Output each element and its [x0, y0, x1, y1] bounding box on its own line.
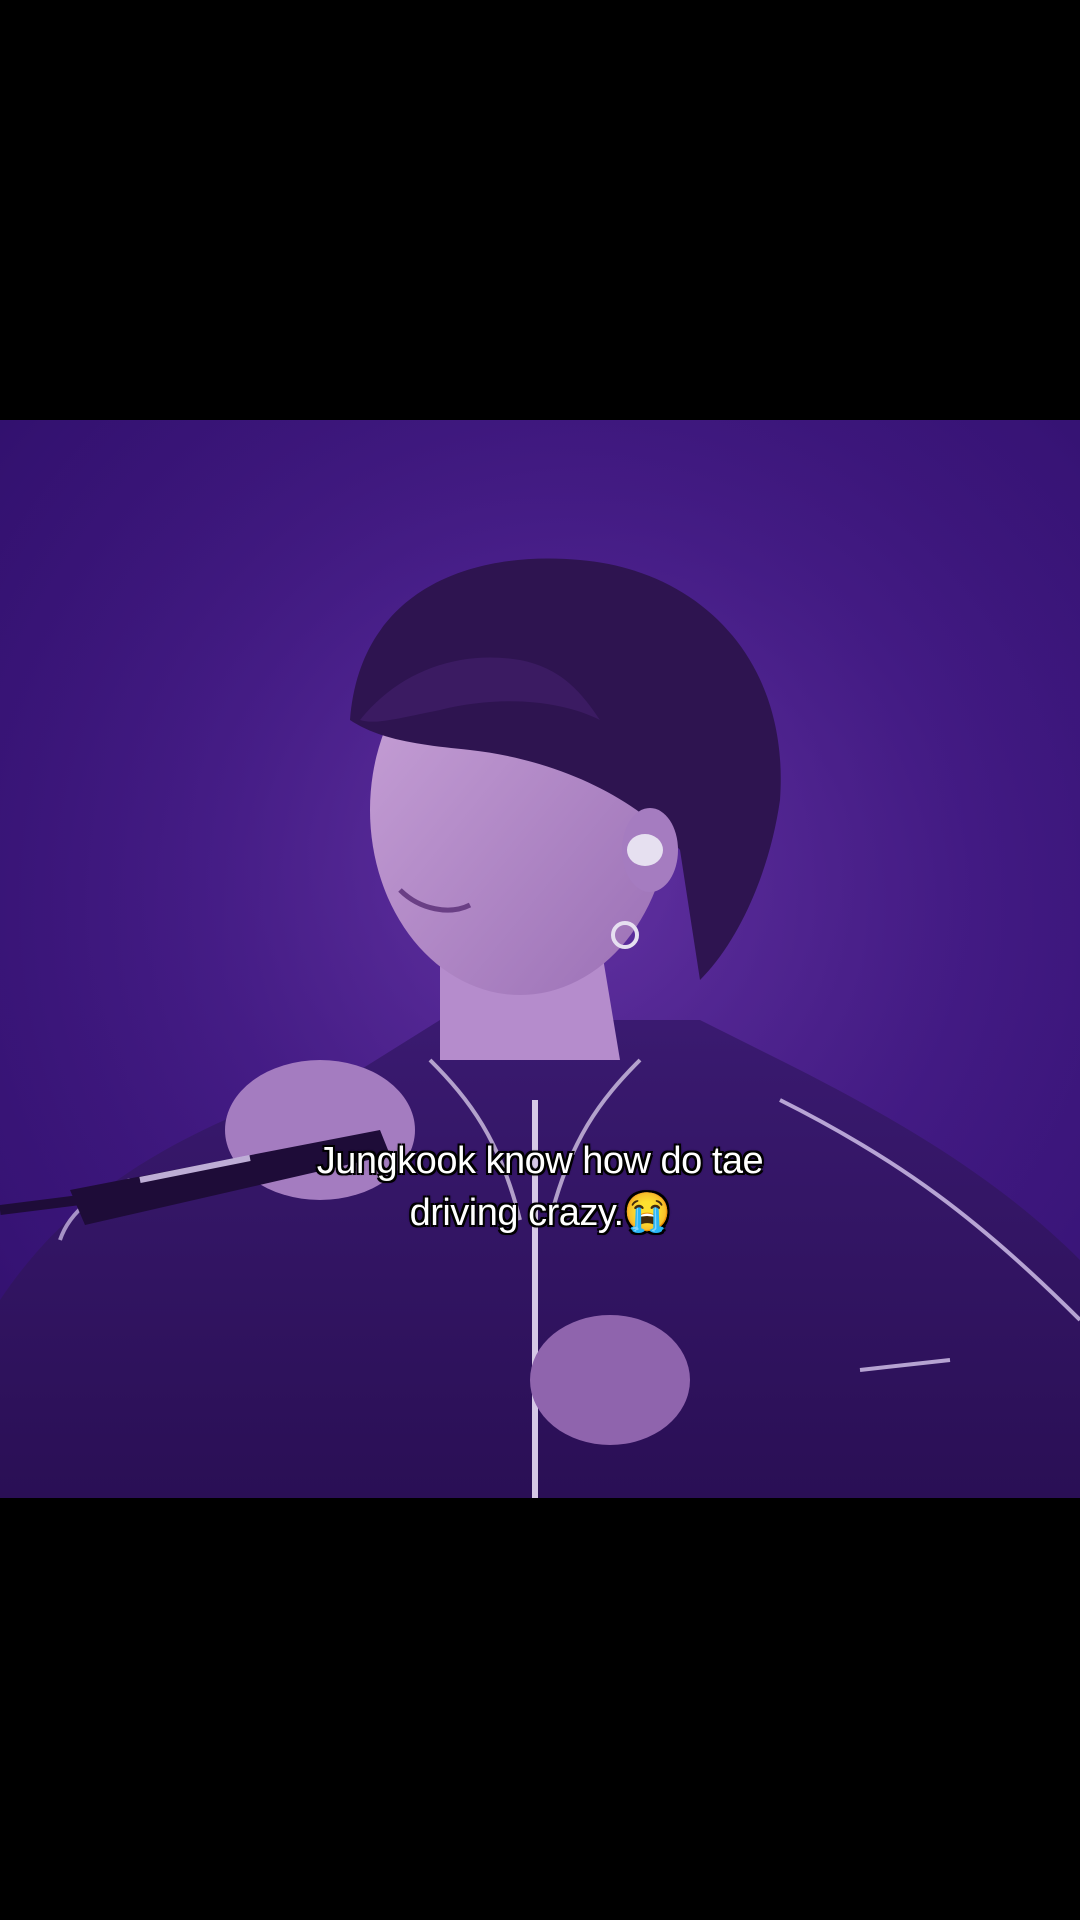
caption-line-1: Jungkook know how do tae: [316, 1140, 764, 1182]
video-screen[interactable]: Jungkook know how do tae driving crazy.😭: [0, 0, 1080, 1920]
video-frame[interactable]: Jungkook know how do tae driving crazy.😭: [0, 420, 1080, 1498]
lower-hand-shape: [530, 1315, 690, 1445]
performer-image: [0, 420, 1080, 1498]
video-caption: Jungkook know how do tae driving crazy.😭: [0, 1135, 1080, 1239]
caption-line-2: driving crazy.😭: [409, 1192, 671, 1234]
letterbox-top: [0, 0, 1080, 420]
letterbox-bottom: [0, 1498, 1080, 1920]
earpiece-icon: [627, 834, 663, 866]
